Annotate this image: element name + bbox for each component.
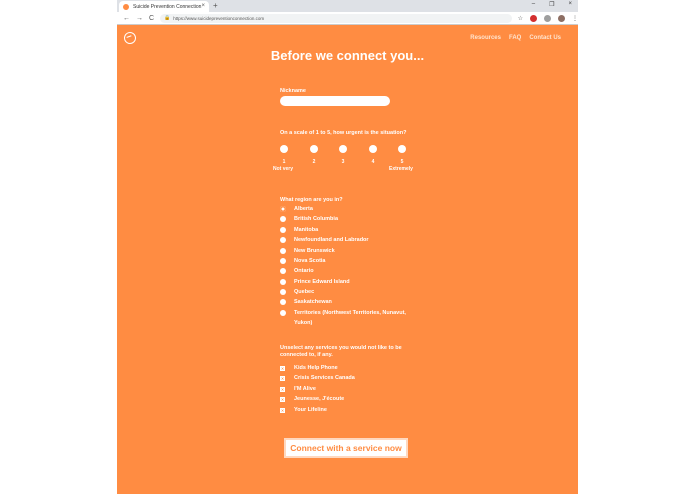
window-controls: – ❐ × — [532, 1, 572, 8]
region-radio[interactable] — [280, 216, 286, 222]
service-checkbox[interactable]: ✕ — [280, 386, 285, 392]
region-option[interactable]: Saskatchewan — [280, 299, 332, 305]
bookmark-star-icon[interactable]: ☆ — [518, 15, 523, 22]
browser-window: Suicide Prevention Connection × + – ❐ × … — [117, 0, 578, 494]
urgency-label: On a scale of 1 to 5, how urgent is the … — [280, 130, 407, 136]
service-option-label: Your Lifeline — [294, 407, 327, 413]
region-option-label: Manitoba — [294, 227, 319, 233]
urgency-num-2: 2 — [312, 159, 316, 165]
region-option[interactable]: Nova Scotia — [280, 258, 325, 264]
nav-contact-us[interactable]: Contact Us — [529, 35, 561, 41]
service-checkbox[interactable]: ✕ — [280, 375, 285, 381]
urgency-radio-5[interactable] — [398, 145, 406, 153]
region-option-label: Nova Scotia — [294, 258, 326, 264]
site-logo-icon[interactable] — [124, 32, 136, 44]
menu-icon[interactable]: ⋮ — [572, 15, 578, 22]
urgency-high-label: Extremely — [389, 166, 413, 172]
region-option[interactable]: Alberta — [280, 206, 313, 212]
profile-avatar-icon[interactable] — [558, 14, 565, 22]
region-option[interactable]: Manitoba — [280, 227, 318, 233]
region-option[interactable]: British Columbia — [280, 216, 338, 222]
region-option[interactable]: Newfoundland and Labrador — [280, 237, 369, 243]
region-option[interactable]: New Brunswick — [280, 248, 335, 254]
minimize-button[interactable]: – — [532, 1, 535, 8]
region-option-label: Alberta — [294, 206, 313, 212]
region-option[interactable]: Prince Edward Island — [280, 279, 350, 285]
urgency-radio-2[interactable] — [310, 145, 318, 153]
urgency-num-1: 1 — [282, 159, 286, 165]
connect-button[interactable]: Connect with a service now — [284, 438, 408, 458]
region-option[interactable]: Ontario — [280, 268, 314, 274]
region-radio[interactable] — [280, 237, 286, 243]
service-option-label: Kids Help Phone — [294, 365, 338, 371]
region-radio[interactable] — [280, 248, 286, 254]
urgency-low-label: Not very — [273, 166, 294, 172]
reload-icon[interactable]: C — [149, 15, 154, 22]
region-label: What region are you in? — [280, 197, 343, 203]
urgency-num-3: 3 — [341, 159, 345, 165]
extensions: ☆ ⋮ — [518, 14, 578, 22]
nickname-label: Nickname — [280, 88, 306, 94]
region-option-label: Saskatchewan — [294, 299, 332, 305]
maximize-button[interactable]: ❐ — [549, 1, 554, 8]
tab-suicide-prevention[interactable]: Suicide Prevention Connection × — [119, 1, 209, 12]
urgency-radio-4[interactable] — [369, 145, 377, 153]
nav-resources[interactable]: Resources — [470, 35, 501, 41]
url-field[interactable]: 🔒 https://www.suicidepreventionconnectio… — [160, 13, 512, 23]
urgency-num-4: 4 — [371, 159, 375, 165]
new-tab-button[interactable]: + — [213, 1, 218, 10]
region-radio[interactable] — [280, 299, 286, 305]
region-option-label: Ontario — [294, 268, 314, 274]
service-option-label: Crisis Services Canada — [294, 375, 355, 381]
back-icon[interactable]: ← — [123, 15, 130, 22]
region-option-label: Prince Edward Island — [294, 279, 350, 285]
service-option[interactable]: ✕ Jeunesse, J'écoute — [280, 396, 344, 402]
urgency-radio-1[interactable] — [280, 145, 288, 153]
service-option[interactable]: ✕ Kids Help Phone — [280, 365, 338, 371]
tab-bar: Suicide Prevention Connection × + – ❐ × — [117, 0, 578, 12]
region-radio[interactable] — [280, 227, 286, 233]
region-option-label: Territories (Northwest Territories, Nuna… — [294, 310, 406, 316]
urgency-radio-3[interactable] — [339, 145, 347, 153]
service-checkbox[interactable]: ✕ — [280, 396, 285, 402]
urgency-num-5: 5 — [400, 159, 404, 165]
tab-title: Suicide Prevention Connection — [133, 3, 202, 10]
close-window-button[interactable]: × — [568, 1, 572, 8]
region-option-label: British Columbia — [294, 216, 339, 222]
service-option[interactable]: ✕ Your Lifeline — [280, 407, 327, 413]
region-option[interactable]: Quebec — [280, 289, 314, 295]
region-option-label: Quebec — [294, 289, 315, 295]
service-checkbox[interactable]: ✕ — [280, 407, 285, 413]
nav-faq[interactable]: FAQ — [509, 35, 521, 41]
region-option-label-cont: Yukon) — [294, 320, 313, 326]
service-option[interactable]: ✕ Crisis Services Canada — [280, 375, 355, 381]
site-favicon-icon — [123, 3, 129, 10]
region-option-label: New Brunswick — [294, 248, 335, 254]
forward-icon[interactable]: → — [136, 15, 143, 22]
service-option-label: I'M Alive — [294, 386, 316, 392]
url-text: https://www.suicidepreventionconnection.… — [173, 15, 265, 21]
region-radio[interactable] — [280, 279, 286, 285]
service-option[interactable]: ✕ I'M Alive — [280, 386, 316, 392]
extension-badge-icon[interactable] — [530, 14, 537, 22]
lock-icon: 🔒 — [164, 15, 171, 21]
top-nav: Resources FAQ Contact Us — [470, 35, 561, 41]
region-option-label: Newfoundland and Labrador — [294, 237, 369, 243]
service-checkbox[interactable]: ✕ — [280, 365, 285, 371]
region-radio[interactable] — [280, 310, 286, 316]
extension-icon[interactable] — [544, 14, 551, 22]
address-bar: ← → C 🔒 https://www.suicidepreventioncon… — [117, 12, 578, 25]
nickname-input[interactable] — [280, 96, 390, 106]
region-radio[interactable] — [280, 268, 286, 274]
region-option[interactable]: Territories (Northwest Territories, Nuna… — [280, 310, 406, 316]
region-radio[interactable] — [280, 258, 286, 264]
service-option-label: Jeunesse, J'écoute — [294, 396, 345, 402]
services-label: Unselect any services you would not like… — [280, 345, 402, 351]
tab-close-icon[interactable]: × — [201, 3, 205, 9]
region-radio[interactable] — [280, 206, 286, 212]
services-label-cont: connected to, if any. — [280, 352, 333, 358]
page-title: Before we connect you... — [270, 48, 425, 63]
region-radio[interactable] — [280, 289, 286, 295]
